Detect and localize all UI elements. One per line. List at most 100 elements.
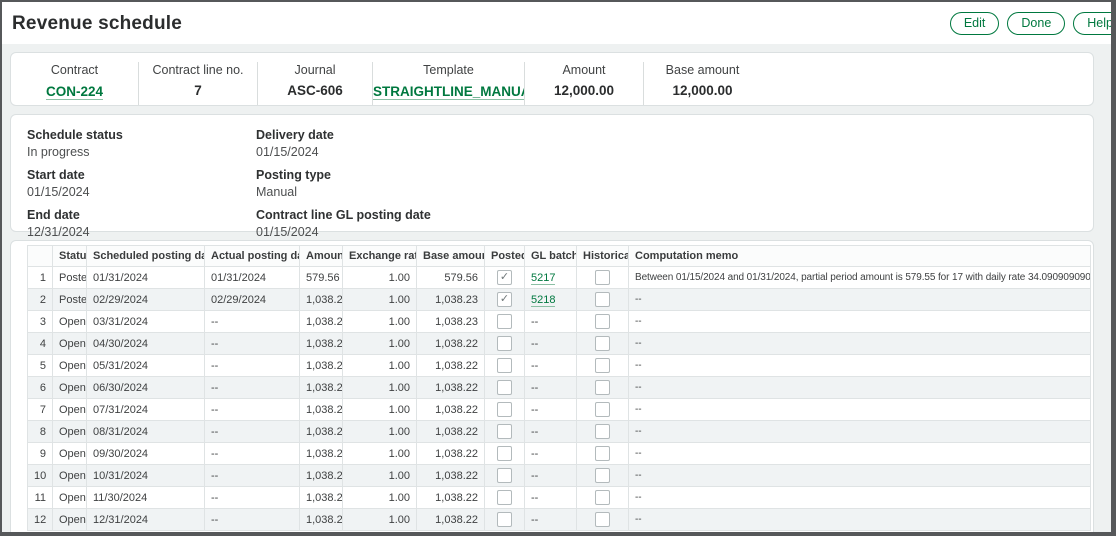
historical-checkbox[interactable] <box>595 490 610 505</box>
cell-status: Posted <box>53 289 87 311</box>
field-label: Contract line no. <box>139 63 257 77</box>
historical-checkbox[interactable] <box>595 358 610 373</box>
posted-checkbox[interactable] <box>497 380 512 395</box>
cell-base-amount: 1,038.22 <box>417 465 485 487</box>
field-value: ASC-606 <box>258 83 372 98</box>
historical-checkbox[interactable] <box>595 424 610 439</box>
posted-checkbox[interactable]: ✓ <box>497 270 512 285</box>
posted-checkbox[interactable] <box>497 314 512 329</box>
cell-computation-memo: -- <box>629 509 1091 531</box>
historical-checkbox[interactable] <box>595 446 610 461</box>
historical-checkbox[interactable] <box>595 336 610 351</box>
cell-gl-batch: -- <box>525 465 577 487</box>
cell-base-amount: 1,038.23 <box>417 311 485 333</box>
cell-status: Open <box>53 465 87 487</box>
posted-checkbox[interactable] <box>497 490 512 505</box>
help-button[interactable]: Help <box>1073 12 1111 35</box>
cell-base-amount: 1,038.22 <box>417 509 485 531</box>
cell-computation-memo: -- <box>629 399 1091 421</box>
cell-amount: 1,038.23 <box>300 311 343 333</box>
cell-exchange-rate: 1.00 <box>343 289 417 311</box>
field-value: 12,000.00 <box>525 83 643 98</box>
cell-status: Open <box>53 333 87 355</box>
cell-status: Open <box>53 509 87 531</box>
col-header-actual-posting-date: Actual posting date <box>205 246 300 267</box>
contract-link[interactable]: CON-224 <box>46 84 103 100</box>
cell-exchange-rate: 1.00 <box>343 267 417 289</box>
table-row: 8Open08/31/2024--1,038.221.001,038.22---… <box>28 421 1091 443</box>
gl-batch-link[interactable]: 5218 <box>531 294 555 307</box>
done-button[interactable]: Done <box>1007 12 1065 35</box>
posted-checkbox[interactable] <box>497 336 512 351</box>
cell-exchange-rate: 1.00 <box>343 377 417 399</box>
details-left-column: Schedule status In progress Start date 0… <box>27 128 256 231</box>
cell-status: Open <box>53 421 87 443</box>
toolbar: Edit Done Help <box>950 12 1111 35</box>
cell-posted <box>485 333 525 355</box>
detail-posting-type: Posting type Manual <box>256 168 431 199</box>
detail-start-date: Start date 01/15/2024 <box>27 168 256 199</box>
cell-amount: 579.56 <box>300 267 343 289</box>
historical-checkbox[interactable] <box>595 380 610 395</box>
top-bar: Revenue schedule Edit Done Help <box>2 2 1111 44</box>
posted-checkbox[interactable] <box>497 446 512 461</box>
cell-posted <box>485 509 525 531</box>
summary-field-amount: Amount 12,000.00 <box>525 62 644 105</box>
cell-amount: 1,038.22 <box>300 509 343 531</box>
cell-computation-memo: -- <box>629 487 1091 509</box>
posted-checkbox[interactable] <box>497 402 512 417</box>
cell-posted: ✓ <box>485 267 525 289</box>
total-base-amount: 12,000.00 <box>417 531 485 533</box>
cell-historical <box>577 399 629 421</box>
historical-checkbox[interactable] <box>595 314 610 329</box>
table-row: 2Posted02/29/202402/29/20241,038.231.001… <box>28 289 1091 311</box>
cell-scheduled-posting-date: 11/30/2024 <box>87 487 205 509</box>
table-row: 11Open11/30/2024--1,038.221.001,038.22--… <box>28 487 1091 509</box>
historical-checkbox[interactable] <box>595 512 610 527</box>
cell-amount: 1,038.22 <box>300 443 343 465</box>
total-row: Total 12,000.00 12,000.00 <box>28 531 1091 533</box>
schedule-table-body: 1Posted01/31/202401/31/2024579.561.00579… <box>28 267 1091 531</box>
cell-historical <box>577 509 629 531</box>
col-header-scheduled-posting-date: Scheduled posting date <box>87 246 205 267</box>
edit-button[interactable]: Edit <box>950 12 1000 35</box>
cell-base-amount: 1,038.23 <box>417 289 485 311</box>
cell-exchange-rate: 1.00 <box>343 355 417 377</box>
historical-checkbox[interactable] <box>595 270 610 285</box>
cell-exchange-rate: 1.00 <box>343 509 417 531</box>
cell-computation-memo: -- <box>629 289 1091 311</box>
field-value: 12,000.00 <box>644 83 761 98</box>
col-header-computation-memo: Computation memo <box>629 246 1091 267</box>
posted-checkbox[interactable] <box>497 358 512 373</box>
cell-historical <box>577 465 629 487</box>
cell-scheduled-posting-date: 07/31/2024 <box>87 399 205 421</box>
gl-batch-link[interactable]: 5217 <box>531 272 555 285</box>
cell-historical <box>577 267 629 289</box>
table-row: 9Open09/30/2024--1,038.221.001,038.22---… <box>28 443 1091 465</box>
cell-gl-batch: -- <box>525 421 577 443</box>
cell-row-number: 6 <box>28 377 53 399</box>
cell-historical <box>577 333 629 355</box>
cell-posted <box>485 487 525 509</box>
summary-filler <box>761 62 1093 105</box>
cell-computation-memo: -- <box>629 311 1091 333</box>
posted-checkbox[interactable] <box>497 468 512 483</box>
detail-schedule-status: Schedule status In progress <box>27 128 256 159</box>
posted-checkbox[interactable] <box>497 424 512 439</box>
cell-scheduled-posting-date: 05/31/2024 <box>87 355 205 377</box>
cell-gl-batch: -- <box>525 487 577 509</box>
historical-checkbox[interactable] <box>595 292 610 307</box>
template-link[interactable]: STRAIGHTLINE_MANUA <box>373 84 525 100</box>
posted-checkbox[interactable]: ✓ <box>497 292 512 307</box>
cell-amount: 1,038.23 <box>300 289 343 311</box>
summary-field-contract: Contract CON-224 <box>11 62 139 105</box>
col-header-status: Status <box>53 246 87 267</box>
cell-row-number: 4 <box>28 333 53 355</box>
cell-exchange-rate: 1.00 <box>343 399 417 421</box>
cell-base-amount: 1,038.22 <box>417 333 485 355</box>
historical-checkbox[interactable] <box>595 468 610 483</box>
historical-checkbox[interactable] <box>595 402 610 417</box>
total-amount: 12,000.00 <box>300 531 343 533</box>
cell-gl-batch: -- <box>525 509 577 531</box>
posted-checkbox[interactable] <box>497 512 512 527</box>
